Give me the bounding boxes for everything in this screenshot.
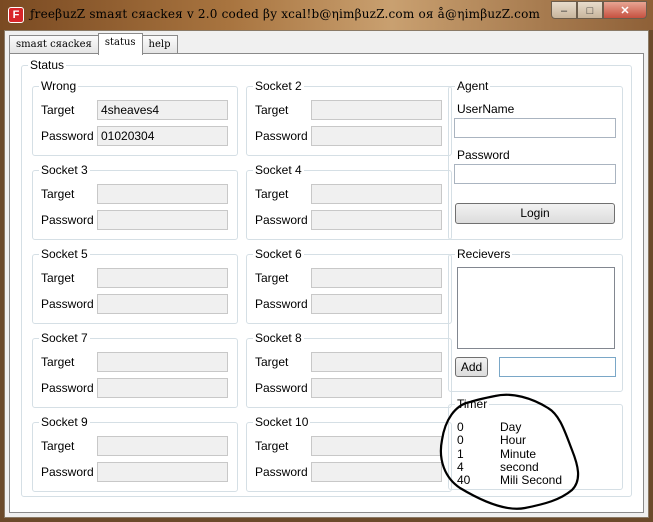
- socket-legend: Socket 2: [253, 79, 304, 93]
- target-field: [97, 436, 228, 456]
- target-label: Target: [255, 187, 289, 201]
- password-field: [97, 462, 228, 482]
- target-label: Target: [255, 103, 289, 117]
- target-label: Target: [41, 439, 75, 453]
- target-label: Target: [41, 103, 75, 117]
- password-field: [97, 294, 228, 314]
- password-label: Password: [255, 381, 308, 395]
- password-field: [311, 126, 442, 146]
- password-field: 01020304: [97, 126, 228, 146]
- socket-legend: Socket 8: [253, 331, 304, 345]
- socket-group-3: Socket 3 Target Password: [32, 163, 238, 240]
- socket-legend: Socket 5: [39, 247, 90, 261]
- password-field: [97, 378, 228, 398]
- username-label: UserName: [457, 102, 515, 116]
- timer-legend: Timer: [455, 397, 490, 411]
- socket-legend: Socket 9: [39, 415, 90, 429]
- tab-strip: smaяt cяackeя status help: [9, 33, 178, 55]
- status-group-legend: Status: [28, 58, 67, 72]
- password-field: [311, 210, 442, 230]
- target-field: [311, 184, 442, 204]
- timer-second-unit: second: [500, 460, 539, 474]
- target-field: [97, 268, 228, 288]
- target-label: Target: [41, 187, 75, 201]
- username-input[interactable]: [454, 118, 616, 138]
- tab-help[interactable]: help: [141, 35, 178, 54]
- target-field: [97, 352, 228, 372]
- timer-second-value: 4: [457, 460, 464, 474]
- timer-hour-value: 0: [457, 433, 464, 447]
- agent-password-label: Password: [457, 148, 510, 162]
- receivers-group: Recievers Add: [448, 247, 623, 392]
- password-field: [311, 378, 442, 398]
- socket-group-6: Socket 6 Target Password: [246, 247, 452, 324]
- tab-smart-cracker[interactable]: smaяt cяackeя: [9, 35, 99, 54]
- add-receiver-button[interactable]: Add: [455, 357, 488, 377]
- password-label: Password: [255, 129, 308, 143]
- socket-legend: Socket 4: [253, 163, 304, 177]
- socket-group-2: Socket 2 Target Password: [246, 79, 452, 156]
- socket-group-4: Socket 4 Target Password: [246, 163, 452, 240]
- password-field: [97, 210, 228, 230]
- minimize-button[interactable]: –: [551, 1, 577, 19]
- socket-legend: Socket 6: [253, 247, 304, 261]
- password-label: Password: [255, 213, 308, 227]
- socket-legend: Socket 10: [253, 415, 311, 429]
- socket-legend: Socket 7: [39, 331, 90, 345]
- app-icon: F: [8, 7, 24, 23]
- socket-group-5: Socket 5 Target Password: [32, 247, 238, 324]
- socket-legend: Wrong: [39, 79, 79, 93]
- target-label: Target: [255, 271, 289, 285]
- password-label: Password: [41, 465, 94, 479]
- socket-legend: Socket 3: [39, 163, 90, 177]
- target-field: [311, 352, 442, 372]
- agent-legend: Agent: [455, 79, 491, 93]
- tab-status[interactable]: status: [97, 33, 143, 55]
- socket-group-9: Socket 9 Target Password: [32, 415, 238, 492]
- target-field: [311, 436, 442, 456]
- password-label: Password: [41, 297, 94, 311]
- socket-group-7: Socket 7 Target Password: [32, 331, 238, 408]
- timer-group: Timer 0 Day 0 Hour 1 Minute 4 second 40 …: [448, 397, 623, 490]
- target-label: Target: [41, 271, 75, 285]
- timer-day-value: 0: [457, 420, 464, 434]
- socket-group-8: Socket 8 Target Password: [246, 331, 452, 408]
- receiver-input[interactable]: [499, 357, 616, 377]
- password-label: Password: [255, 297, 308, 311]
- timer-hour-unit: Hour: [500, 433, 527, 447]
- timer-ms-unit: Mili Second: [500, 473, 563, 487]
- target-field: [97, 184, 228, 204]
- password-field: [311, 294, 442, 314]
- password-label: Password: [41, 213, 94, 227]
- target-field: [311, 268, 442, 288]
- target-label: Target: [255, 439, 289, 453]
- agent-password-input[interactable]: [454, 164, 616, 184]
- password-label: Password: [255, 465, 308, 479]
- target-field: 4sheaves4: [97, 100, 228, 120]
- title-bar[interactable]: F ƒreeβuzZ smaяt cяackeя v 2.0 coded βy …: [0, 0, 653, 30]
- socket-group-10: Socket 10 Target Password: [246, 415, 452, 492]
- status-tab-panel: Status Wrong Target 4sheaves4 Password 01020…: [9, 53, 644, 513]
- window-controls: – □ ✕: [551, 1, 647, 21]
- maximize-button[interactable]: □: [577, 1, 603, 19]
- socket-group-1: Wrong Target 4sheaves4 Password 01020304: [32, 79, 238, 156]
- timer-ms-value: 40: [457, 473, 471, 487]
- password-label: Password: [41, 381, 94, 395]
- target-field: [311, 100, 442, 120]
- timer-minute-value: 1: [457, 447, 464, 461]
- receivers-listbox[interactable]: [457, 267, 615, 349]
- password-label: Password: [41, 129, 94, 143]
- target-label: Target: [41, 355, 75, 369]
- window-title: ƒreeβuzZ smaяt cяackeя v 2.0 coded βy xc…: [30, 7, 541, 21]
- agent-group: Agent UserName Password Login: [448, 79, 623, 240]
- login-button[interactable]: Login: [455, 203, 615, 224]
- receivers-legend: Recievers: [455, 247, 513, 261]
- password-field: [311, 462, 442, 482]
- close-button[interactable]: ✕: [603, 1, 647, 19]
- timer-day-unit: Day: [500, 420, 522, 434]
- timer-minute-unit: Minute: [500, 447, 537, 461]
- target-label: Target: [255, 355, 289, 369]
- client-area: smaяt cяackeя status help Status Wrong Ta…: [4, 30, 649, 518]
